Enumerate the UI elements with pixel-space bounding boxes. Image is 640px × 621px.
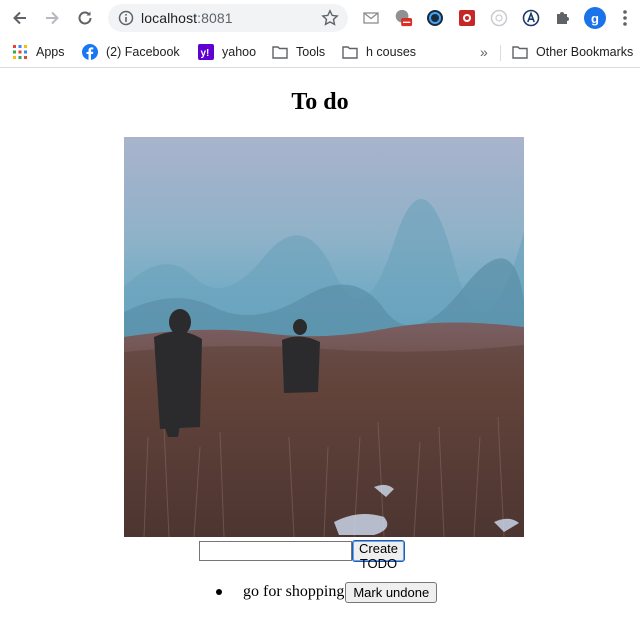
- bookmark-apps[interactable]: Apps: [12, 41, 65, 63]
- page-content: To do Create TODO go for shopping Mark u…: [0, 69, 640, 621]
- facebook-icon: [82, 44, 98, 60]
- bookmark-label: Tools: [296, 45, 326, 59]
- bookmark-other-bookmarks[interactable]: Other Bookmarks: [512, 41, 633, 63]
- reload-button[interactable]: [73, 6, 97, 30]
- bookmark-label: Apps: [36, 45, 65, 59]
- todo-text: go for shopping: [243, 583, 345, 600]
- todo-item: go for shopping Mark undone: [210, 581, 438, 603]
- apps-grid-icon: [12, 44, 28, 60]
- info-icon[interactable]: [118, 10, 134, 26]
- back-arrow-icon: [13, 11, 26, 25]
- svg-text:y!: y!: [201, 48, 210, 59]
- puzzle-icon[interactable]: [553, 8, 573, 28]
- bookmark-label: (2) Facebook: [106, 45, 180, 59]
- folder-icon: [272, 44, 288, 60]
- mark-undone-button[interactable]: Mark undone: [345, 581, 438, 603]
- extension-badge-icon[interactable]: [393, 8, 413, 28]
- red-extension-icon[interactable]: [457, 8, 477, 28]
- clock-icon[interactable]: [425, 8, 445, 28]
- menu-kebab-icon[interactable]: [618, 8, 632, 28]
- address-bar[interactable]: localhost:8081: [108, 4, 348, 32]
- profile-avatar[interactable]: g: [584, 7, 606, 29]
- bookmarks-bar: Apps (2) Facebook y! yahoo Tools h couse…: [0, 36, 640, 68]
- bookmark-yahoo[interactable]: y! yahoo: [198, 41, 256, 63]
- bookmarks-divider: [500, 45, 501, 61]
- circle-extension-icon[interactable]: [489, 8, 509, 28]
- mail-icon[interactable]: [361, 8, 381, 28]
- url-host: localhost: [141, 10, 198, 26]
- forward-button[interactable]: [40, 6, 64, 30]
- bookmark-folder-h-couses[interactable]: h couses: [342, 41, 416, 63]
- yahoo-icon: y!: [198, 44, 214, 60]
- create-todo-button[interactable]: Create TODO: [352, 540, 406, 571]
- page-title: To do: [291, 89, 349, 115]
- reload-icon: [78, 11, 92, 25]
- folder-icon: [512, 44, 528, 60]
- browser-toolbar: localhost:8081 g: [0, 0, 640, 36]
- bookmarks-overflow-chevron[interactable]: »: [480, 44, 488, 60]
- bookmark-label: yahoo: [222, 45, 257, 59]
- url-text: localhost:8081: [141, 10, 233, 26]
- misty-field-photo: [124, 137, 524, 537]
- bookmark-folder-tools[interactable]: Tools: [272, 41, 325, 63]
- bullet-icon: [216, 589, 222, 595]
- todo-list: go for shopping Mark undone: [210, 581, 438, 603]
- bookmark-facebook[interactable]: (2) Facebook: [82, 41, 180, 63]
- todo-input[interactable]: [199, 541, 352, 561]
- a-extension-icon[interactable]: [521, 8, 541, 28]
- folder-icon: [342, 44, 358, 60]
- bookmark-label: h couses: [366, 45, 417, 59]
- bookmark-star-icon[interactable]: [321, 9, 339, 27]
- bookmark-label: Other Bookmarks: [536, 45, 634, 59]
- back-button[interactable]: [8, 6, 32, 30]
- forward-arrow-icon: [46, 11, 59, 25]
- url-port: :8081: [197, 10, 233, 26]
